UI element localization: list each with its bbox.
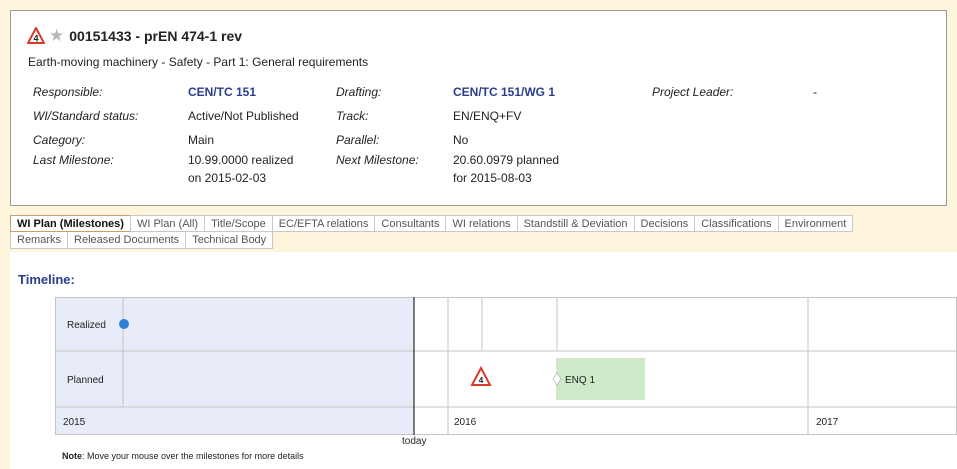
category-value: Main	[188, 133, 215, 147]
category-label: Category:	[33, 133, 86, 147]
year-label-2016: 2016	[454, 417, 477, 428]
year-label-2017: 2017	[816, 417, 839, 428]
project-leader-label: Project Leader:	[652, 85, 734, 99]
tab-remarks[interactable]: Remarks	[10, 232, 68, 249]
row-label-planned: Planned	[67, 375, 104, 386]
tab-standstill-deviation[interactable]: Standstill & Deviation	[516, 215, 634, 232]
last-milestone-value-line1: 10.99.0000 realized	[188, 153, 294, 167]
next-milestone-value-line2: for 2015-08-03	[453, 171, 532, 185]
parallel-value: No	[453, 133, 469, 147]
project-leader-value: -	[813, 85, 817, 99]
tab-decisions[interactable]: Decisions	[633, 215, 695, 232]
responsible-label: Responsible:	[33, 85, 103, 99]
page-subtitle: Earth-moving machinery - Safety - Part 1…	[28, 55, 369, 69]
timeline-chart: Realized Planned 4 ENQ 1 2015 2016 2017	[55, 297, 957, 435]
svg-text:4: 4	[33, 34, 38, 44]
responsible-link[interactable]: CEN/TC 151	[188, 85, 256, 99]
warning-triangle-icon: 4	[27, 27, 45, 44]
star-favorite-icon[interactable]: ★	[49, 27, 64, 45]
tab-row-1: WI Plan (Milestones) WI Plan (All) Title…	[10, 215, 947, 232]
planned-warning-milestone-icon[interactable]: 4	[470, 365, 492, 386]
note-bold-label: Note	[62, 451, 82, 461]
tab-consultants[interactable]: Consultants	[374, 215, 446, 232]
past-period-shade	[55, 297, 414, 435]
header: 4 ★ 00151433 - prEN 474-1 rev	[27, 26, 242, 46]
last-milestone-label: Last Milestone:	[33, 153, 114, 167]
tab-classifications[interactable]: Classifications	[694, 215, 778, 232]
tab-title-scope[interactable]: Title/Scope	[204, 215, 272, 232]
tab-row-2: Remarks Released Documents Technical Bod…	[10, 232, 947, 249]
tab-wi-plan-milestones[interactable]: WI Plan (Milestones)	[10, 215, 130, 232]
page-title: 00151433 - prEN 474-1 rev	[69, 28, 243, 44]
track-value: EN/ENQ+FV	[453, 109, 522, 123]
timeline-note: Note: Move your mouse over the milestone…	[62, 451, 304, 461]
parallel-label: Parallel:	[336, 133, 380, 147]
next-milestone-value-line1: 20.60.0979 planned	[453, 153, 560, 167]
realized-milestone-dot[interactable]	[119, 319, 129, 329]
drafting-link[interactable]: CEN/TC 151/WG 1	[453, 85, 555, 99]
track-label: Track:	[336, 109, 369, 123]
tab-bar: WI Plan (Milestones) WI Plan (All) Title…	[10, 215, 947, 249]
tab-wi-relations[interactable]: WI relations	[445, 215, 517, 232]
tab-ec-efta-relations[interactable]: EC/EFTA relations	[271, 215, 375, 232]
enq-label: ENQ 1	[565, 375, 595, 386]
note-text: : Move your mouse over the milestones fo…	[82, 451, 304, 461]
timeline-heading: Timeline:	[18, 272, 75, 287]
next-milestone-label: Next Milestone:	[336, 153, 419, 167]
drafting-label: Drafting:	[336, 85, 382, 99]
status-value: Active/Not Published	[188, 109, 299, 123]
row-label-realized: Realized	[67, 320, 106, 331]
status-label: WI/Standard status:	[33, 109, 139, 123]
tab-technical-body[interactable]: Technical Body	[185, 232, 274, 249]
tab-released-documents[interactable]: Released Documents	[67, 232, 186, 249]
svg-text:4: 4	[479, 376, 484, 385]
tab-environment[interactable]: Environment	[777, 215, 854, 232]
year-label-2015: 2015	[63, 417, 86, 428]
last-milestone-value-line2: on 2015-02-03	[188, 171, 267, 185]
tab-wi-plan-all[interactable]: WI Plan (All)	[129, 215, 205, 232]
work-item-panel: 4 ★ 00151433 - prEN 474-1 rev Earth-movi…	[10, 10, 947, 206]
today-label: today	[402, 436, 427, 447]
